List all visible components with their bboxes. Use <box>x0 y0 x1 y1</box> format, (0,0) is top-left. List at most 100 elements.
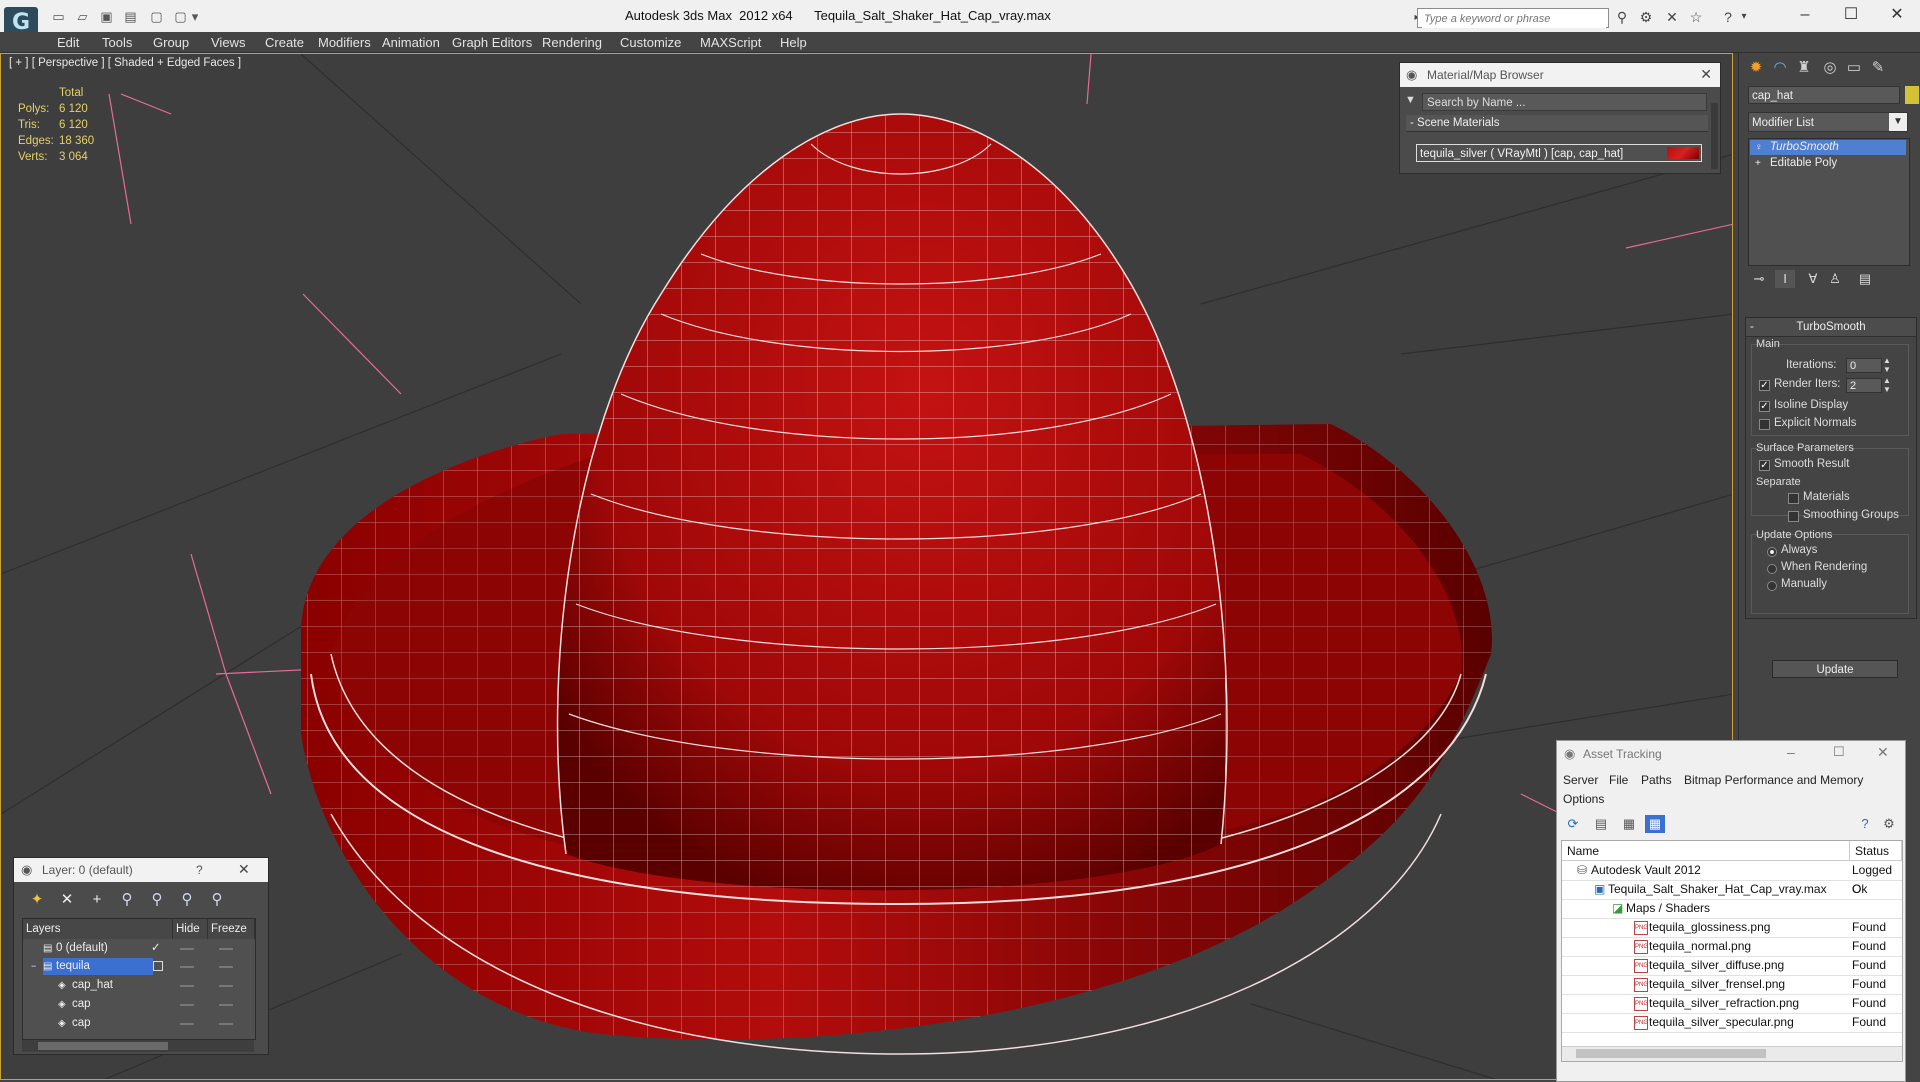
hide-toggle[interactable] <box>180 1004 194 1006</box>
horizontal-scrollbar[interactable] <box>22 1040 254 1052</box>
asset-row[interactable]: PNG tequila_silver_specular.png Found <box>1562 1013 1902 1033</box>
hide-toggle[interactable] <box>180 985 194 987</box>
object-color-swatch[interactable] <box>1905 86 1919 104</box>
menu-edit[interactable]: Edit <box>57 35 79 50</box>
menu-file[interactable]: File <box>1609 773 1628 787</box>
menu-graph-editors[interactable]: Graph Editors <box>452 35 532 50</box>
asset-row[interactable]: PNG tequila_silver_diffuse.png Found <box>1562 956 1902 976</box>
close-icon[interactable]: ✕ <box>1700 66 1712 83</box>
when-rendering-radio[interactable] <box>1767 564 1777 574</box>
spinner-arrows-icon[interactable]: ▲ ▼ <box>1883 376 1891 394</box>
communication-center-icon[interactable]: ⚙ <box>1637 9 1655 25</box>
separate-smoothing-groups-checkbox[interactable] <box>1788 511 1799 522</box>
isoline-display-checkbox[interactable]: ✓ <box>1759 401 1770 412</box>
subscription-icon[interactable]: ✕ <box>1663 9 1681 25</box>
add-to-layer-icon[interactable]: + <box>86 890 108 910</box>
save-file-icon[interactable]: ▣ <box>98 9 115 24</box>
highlight-layer-icon[interactable]: ⚲ <box>146 890 168 910</box>
smooth-result-checkbox[interactable]: ✓ <box>1759 460 1770 471</box>
separate-materials-checkbox[interactable] <box>1788 493 1799 504</box>
menu-options[interactable]: Options <box>1563 792 1604 806</box>
menu-server[interactable]: Server <box>1563 773 1598 787</box>
freeze-toggle[interactable] <box>219 985 233 987</box>
pin-stack-icon[interactable]: ⊸ <box>1749 270 1769 288</box>
asset-row[interactable]: ▣ Tequila_Salt_Shaker_Hat_Cap_vray.max O… <box>1562 880 1902 900</box>
settings-icon[interactable]: ⚙ <box>1879 815 1899 833</box>
thumbnail-view-icon[interactable]: ▦ <box>1619 815 1639 833</box>
active-layer-check-icon[interactable]: ✓ <box>151 940 161 957</box>
show-end-result-icon[interactable]: Ι <box>1775 270 1795 288</box>
redo-icon[interactable]: ▢ <box>148 9 165 24</box>
stack-item-turbosmooth[interactable]: ♀ TurboSmooth <box>1750 140 1906 155</box>
hide-toggle[interactable] <box>180 1023 194 1025</box>
material-entry[interactable]: tequila_silver ( VRayMtl ) [cap, cap_hat… <box>1416 144 1702 162</box>
menu-customize[interactable]: Customize <box>620 35 681 50</box>
new-file-icon[interactable]: ▭ <box>50 9 67 24</box>
hide-toggle[interactable] <box>180 948 194 950</box>
menu-animation[interactable]: Animation <box>382 35 440 50</box>
hide-toggle[interactable] <box>180 966 194 968</box>
status-column-header[interactable]: Status <box>1850 841 1902 861</box>
menu-modifiers[interactable]: Modifiers <box>318 35 371 50</box>
explicit-normals-checkbox[interactable] <box>1759 419 1770 430</box>
help-icon[interactable]: ? <box>196 863 203 877</box>
layers-column-header[interactable]: Layers <box>23 919 173 939</box>
menu-paths[interactable]: Paths <box>1641 773 1672 787</box>
manually-radio[interactable] <box>1767 581 1777 591</box>
menu-maxscript[interactable]: MAXScript <box>700 35 761 50</box>
name-column-header[interactable]: Name <box>1562 841 1850 861</box>
remove-modifier-icon[interactable]: ♙ <box>1825 270 1845 288</box>
render-iters-spinner[interactable]: 2 <box>1846 378 1882 393</box>
modifier-list-dropdown[interactable]: Modifier List ▼ <box>1748 112 1908 132</box>
undo-icon[interactable]: ▤ <box>122 9 139 24</box>
asset-row[interactable]: ◪ Maps / Shaders <box>1562 899 1902 919</box>
minimize-button[interactable]: – <box>1782 0 1828 30</box>
rollout-header[interactable]: - TurboSmooth <box>1746 318 1916 337</box>
asset-row[interactable]: PNG tequila_normal.png Found <box>1562 937 1902 957</box>
menu-rendering[interactable]: Rendering <box>542 35 602 50</box>
asset-row[interactable]: PNG tequila_glossiness.png Found <box>1562 918 1902 938</box>
quick-access-dropdown-icon[interactable]: ▾ <box>190 9 200 24</box>
menu-create[interactable]: Create <box>265 35 304 50</box>
modify-tab-icon[interactable]: ◠ <box>1769 57 1791 79</box>
menu-bitmap-performance[interactable]: Bitmap Performance and Memory <box>1684 773 1863 787</box>
browser-options-icon[interactable]: ▼ <box>1405 94 1416 106</box>
horizontal-scrollbar[interactable] <box>1562 1046 1902 1061</box>
scrollbar-thumb[interactable] <box>38 1042 168 1050</box>
select-objects-icon[interactable]: ⚲ <box>116 890 138 910</box>
help-icon[interactable]: ? <box>1855 815 1875 833</box>
keyword-search-input[interactable] <box>1422 10 1606 28</box>
material-browser-titlebar[interactable]: ◉ Material/Map Browser ✕ <box>1400 63 1720 87</box>
viewport-label[interactable]: [ + ] [ Perspective ] [ Shaded + Edged F… <box>9 57 241 69</box>
display-tab-icon[interactable]: ▭ <box>1843 57 1865 79</box>
freeze-all-layers-icon[interactable]: ⚲ <box>206 890 228 910</box>
asset-tracking-titlebar[interactable]: ◉ Asset Tracking – ☐ ✕ <box>1557 741 1905 767</box>
close-icon[interactable]: ✕ <box>1877 744 1889 761</box>
motion-tab-icon[interactable]: ◎ <box>1819 57 1841 79</box>
list-view-icon[interactable]: ▤ <box>1591 815 1611 833</box>
set-current-layer-box[interactable] <box>153 961 163 971</box>
table-view-icon[interactable]: ▦ <box>1645 815 1665 833</box>
object-name-field[interactable]: cap_hat <box>1748 86 1900 104</box>
bulb-icon[interactable]: ♀ <box>1755 140 1763 155</box>
hierarchy-tab-icon[interactable]: ♜ <box>1793 57 1815 79</box>
close-icon[interactable]: ✕ <box>238 861 250 878</box>
layer-row[interactable]: ▤ 0 (default) ✓ <box>23 940 255 957</box>
create-tab-icon[interactable]: ✹ <box>1745 57 1767 79</box>
make-unique-icon[interactable]: ∀ <box>1803 270 1823 288</box>
hide-column-header[interactable]: Hide <box>173 919 208 939</box>
freeze-toggle[interactable] <box>219 948 233 950</box>
refresh-icon[interactable]: ⟳ <box>1563 815 1583 833</box>
layer-row[interactable]: ◈ cap <box>23 1015 255 1032</box>
minimize-button[interactable]: – <box>1787 744 1795 760</box>
material-search-input[interactable]: Search by Name ... <box>1422 93 1707 111</box>
maximize-button[interactable]: ☐ <box>1833 744 1845 760</box>
scrollbar-thumb[interactable] <box>1576 1049 1766 1058</box>
new-layer-icon[interactable]: ✦ <box>26 890 48 910</box>
scrollbar[interactable] <box>1711 103 1718 169</box>
binoculars-icon[interactable]: ⚲ <box>1613 9 1631 25</box>
iterations-spinner[interactable]: 0 <box>1846 358 1882 373</box>
delete-layer-icon[interactable]: ✕ <box>56 890 78 910</box>
menu-help[interactable]: Help <box>780 35 807 50</box>
favorites-star-icon[interactable]: ☆ <box>1687 9 1705 25</box>
